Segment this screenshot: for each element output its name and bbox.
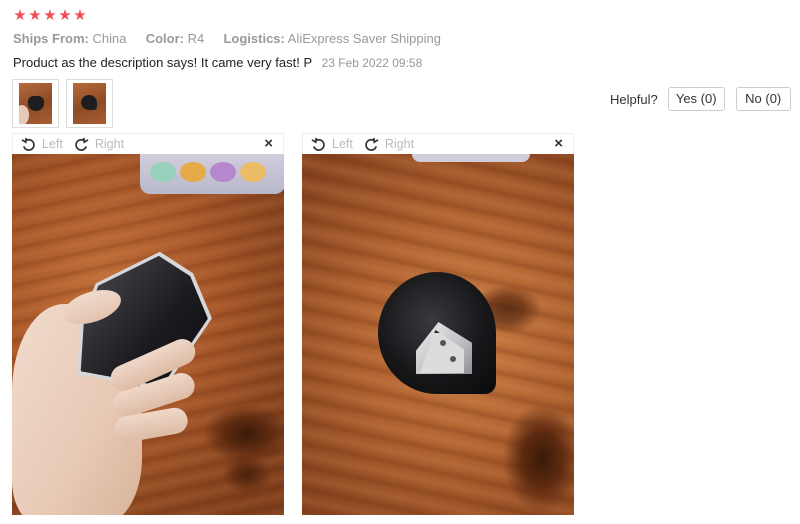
star-icon: ★ xyxy=(73,7,87,24)
star-icon: ★ xyxy=(28,7,42,24)
rotate-left-button[interactable]: Left xyxy=(21,137,63,152)
image-viewer-2: Left Right × xyxy=(302,133,574,515)
photo-thumbnail-icon xyxy=(73,83,106,124)
rotate-right-button[interactable]: Right xyxy=(364,137,414,152)
viewer-toolbar: Left Right × xyxy=(12,133,284,154)
helpful-label: Helpful? xyxy=(610,91,658,107)
logistics-value: AliExpress Saver Shipping xyxy=(287,31,441,46)
rotate-right-label: Right xyxy=(94,137,125,151)
rotate-left-icon xyxy=(311,137,325,151)
helpful-yes-button[interactable]: Yes (0) xyxy=(667,87,725,111)
photo-thumbnail-icon xyxy=(19,83,52,124)
rotate-left-icon xyxy=(21,137,35,151)
rotate-right-icon xyxy=(365,137,379,151)
star-icon: ★ xyxy=(13,7,27,24)
rotate-left-label: Left xyxy=(42,137,63,151)
review-item: ★ ★ ★ ★ ★ Ships From: China Color: R4 Lo… xyxy=(0,0,800,524)
ships-from-value: China xyxy=(92,31,127,46)
rotate-right-label: Right xyxy=(384,137,415,151)
star-icon: ★ xyxy=(58,7,72,24)
star-rating: ★ ★ ★ ★ ★ xyxy=(13,8,87,24)
helpful-section: Helpful? Yes (0) No (0) xyxy=(610,87,791,111)
rotate-left-button[interactable]: Left xyxy=(311,137,353,152)
review-meta: Ships From: China Color: R4 Logistics: A… xyxy=(13,31,441,46)
review-content: Product as the description says! It came… xyxy=(13,55,422,70)
close-icon[interactable]: × xyxy=(554,135,563,152)
review-thumbnails xyxy=(12,79,113,128)
star-icon: ★ xyxy=(43,7,57,24)
review-date: 23 Feb 2022 09:58 xyxy=(321,56,423,70)
rotate-right-icon xyxy=(75,137,89,151)
logistics-label: Logistics: xyxy=(223,31,285,46)
ships-from-label: Ships From: xyxy=(13,31,89,46)
review-photo xyxy=(12,154,284,515)
review-text: Product as the description says! It came… xyxy=(13,55,312,70)
review-photo xyxy=(302,154,574,515)
helpful-no-button[interactable]: No (0) xyxy=(735,87,791,111)
color-value: R4 xyxy=(187,31,205,46)
rotate-right-button[interactable]: Right xyxy=(74,137,124,152)
close-icon[interactable]: × xyxy=(264,135,273,152)
viewer-toolbar: Left Right × xyxy=(302,133,574,154)
image-viewer-1: Left Right × xyxy=(12,133,284,515)
rotate-left-label: Left xyxy=(332,137,353,151)
review-thumbnail-1[interactable] xyxy=(12,79,59,128)
color-label: Color: xyxy=(145,31,184,46)
review-thumbnail-2[interactable] xyxy=(66,79,113,128)
